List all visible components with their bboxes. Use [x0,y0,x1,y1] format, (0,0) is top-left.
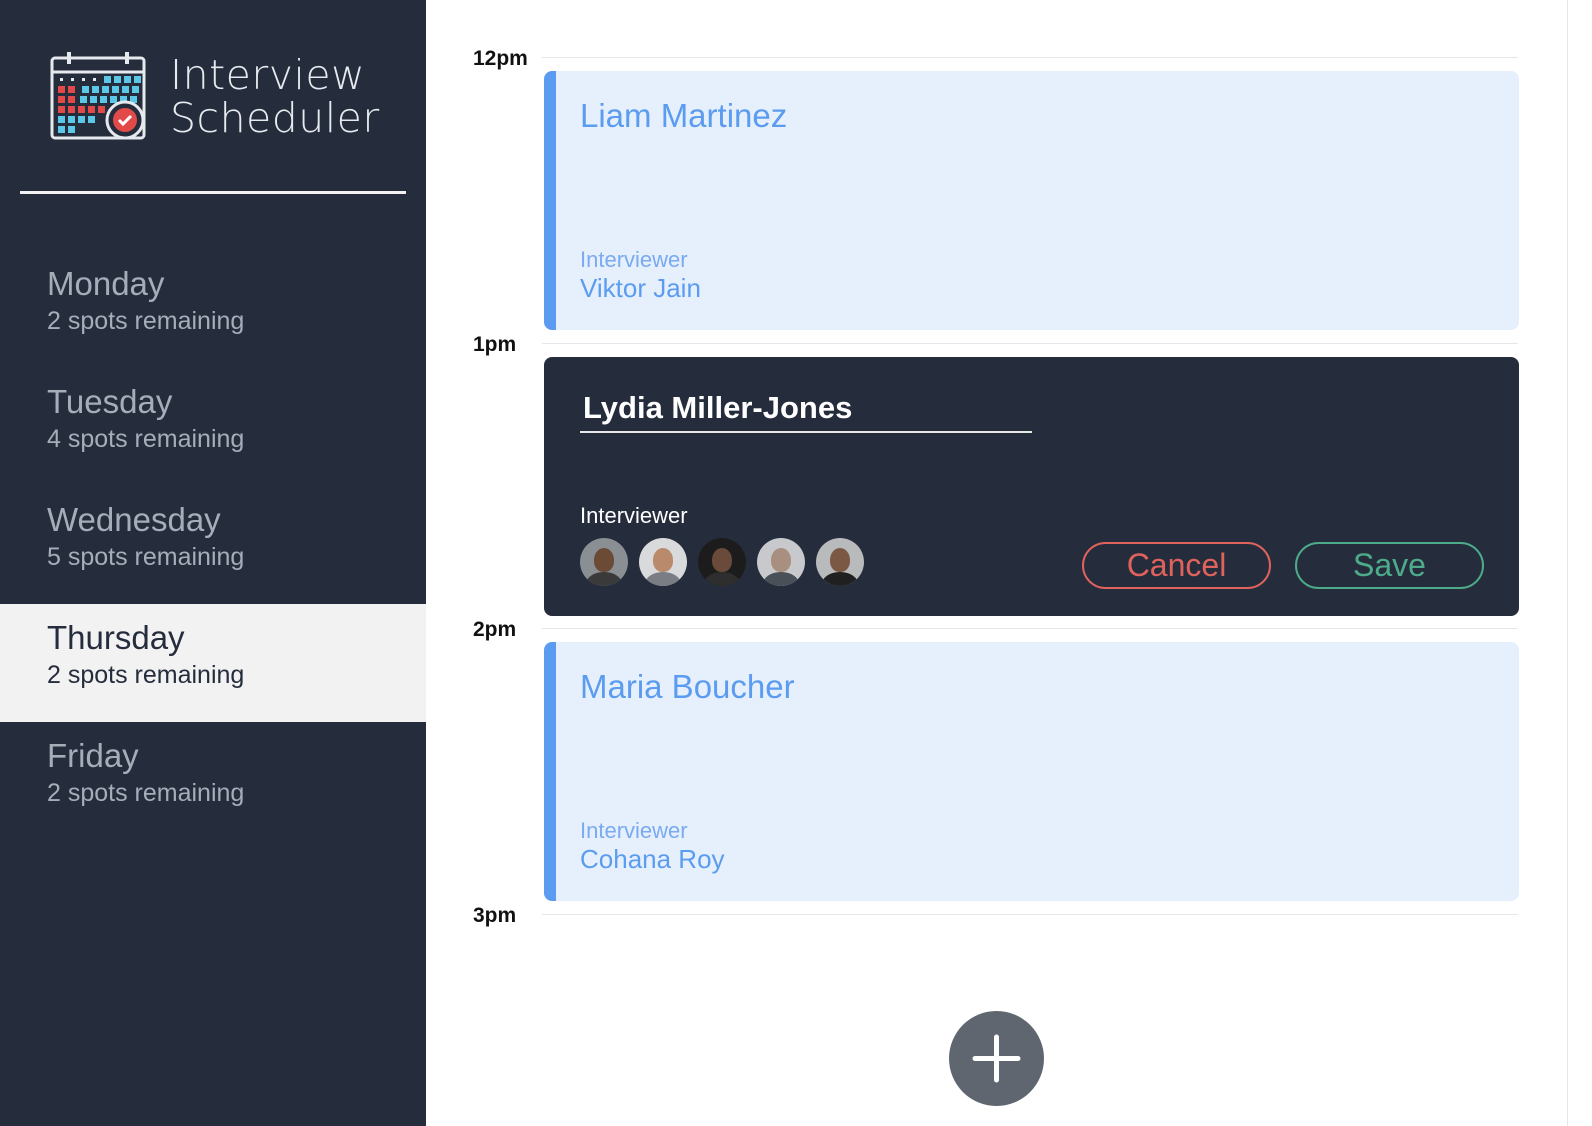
sidebar-divider [20,191,406,194]
day-name: Monday [47,265,165,302]
hour-divider [542,914,1518,915]
interviewer-label: Interviewer [580,818,688,843]
hour-divider [542,628,1518,629]
schedule: 12pm Liam Martinez Interviewer Viktor Ja… [426,0,1592,1126]
hour-divider [542,57,1518,58]
sidebar: Interview Scheduler Monday 2 spots remai… [0,0,426,1126]
day-item-thursday[interactable]: Thursday 2 spots remaining [0,604,426,722]
day-item-monday[interactable]: Monday 2 spots remaining [0,250,426,368]
scrollbar[interactable] [1567,0,1568,1126]
interviewer-label: Interviewer [580,503,688,528]
student-name: Maria Boucher [580,668,795,705]
interviewer-avatar[interactable] [698,538,746,586]
cancel-button[interactable]: Cancel [1082,542,1271,589]
add-appointment-button[interactable] [949,1011,1044,1106]
app-title-line1: Interview [170,51,366,99]
day-spots: 2 spots remaining [47,661,245,689]
time-label-12pm: 12pm [473,47,528,70]
app-title: Interview Scheduler [170,54,380,140]
day-name: Friday [47,737,139,774]
calendar-check-icon [50,52,146,140]
interviewer-label: Interviewer [580,247,688,272]
day-item-wednesday[interactable]: Wednesday 5 spots remaining [0,486,426,604]
day-list: Monday 2 spots remaining Tuesday 4 spots… [0,250,426,840]
day-name: Thursday [47,619,185,656]
plus-icon [972,1034,1021,1083]
student-name: Liam Martinez [580,97,788,134]
day-spots: 4 spots remaining [47,425,245,453]
day-spots: 2 spots remaining [47,307,245,335]
interviewer-list [580,538,875,586]
day-name: Tuesday [47,383,173,420]
time-label-3pm: 3pm [473,904,517,927]
appointment-card[interactable]: Liam Martinez Interviewer Viktor Jain [544,71,1519,330]
student-name-input[interactable] [580,385,1032,433]
interviewer-avatar[interactable] [580,538,628,586]
interviewer-avatar[interactable] [639,538,687,586]
brand: Interview Scheduler [50,50,380,142]
appointment-edit-form: Interviewer [544,357,1519,616]
interviewer-avatar[interactable] [816,538,864,586]
interview-scheduler-app: Interview Scheduler Monday 2 spots remai… [0,0,1592,1126]
day-item-tuesday[interactable]: Tuesday 4 spots remaining [0,368,426,486]
day-item-friday[interactable]: Friday 2 spots remaining [0,722,426,840]
app-title-line2: Scheduler [170,94,380,142]
save-button[interactable]: Save [1295,542,1484,589]
time-label-2pm: 2pm [473,618,517,641]
interviewer-avatar[interactable] [757,538,805,586]
time-label-1pm: 1pm [473,333,517,356]
interviewer-name: Viktor Jain [580,273,701,303]
appointment-card[interactable]: Maria Boucher Interviewer Cohana Roy [544,642,1519,901]
hour-divider [542,343,1518,344]
day-spots: 2 spots remaining [47,779,245,807]
interviewer-name: Cohana Roy [580,844,725,874]
day-name: Wednesday [47,501,221,538]
day-spots: 5 spots remaining [47,543,245,571]
